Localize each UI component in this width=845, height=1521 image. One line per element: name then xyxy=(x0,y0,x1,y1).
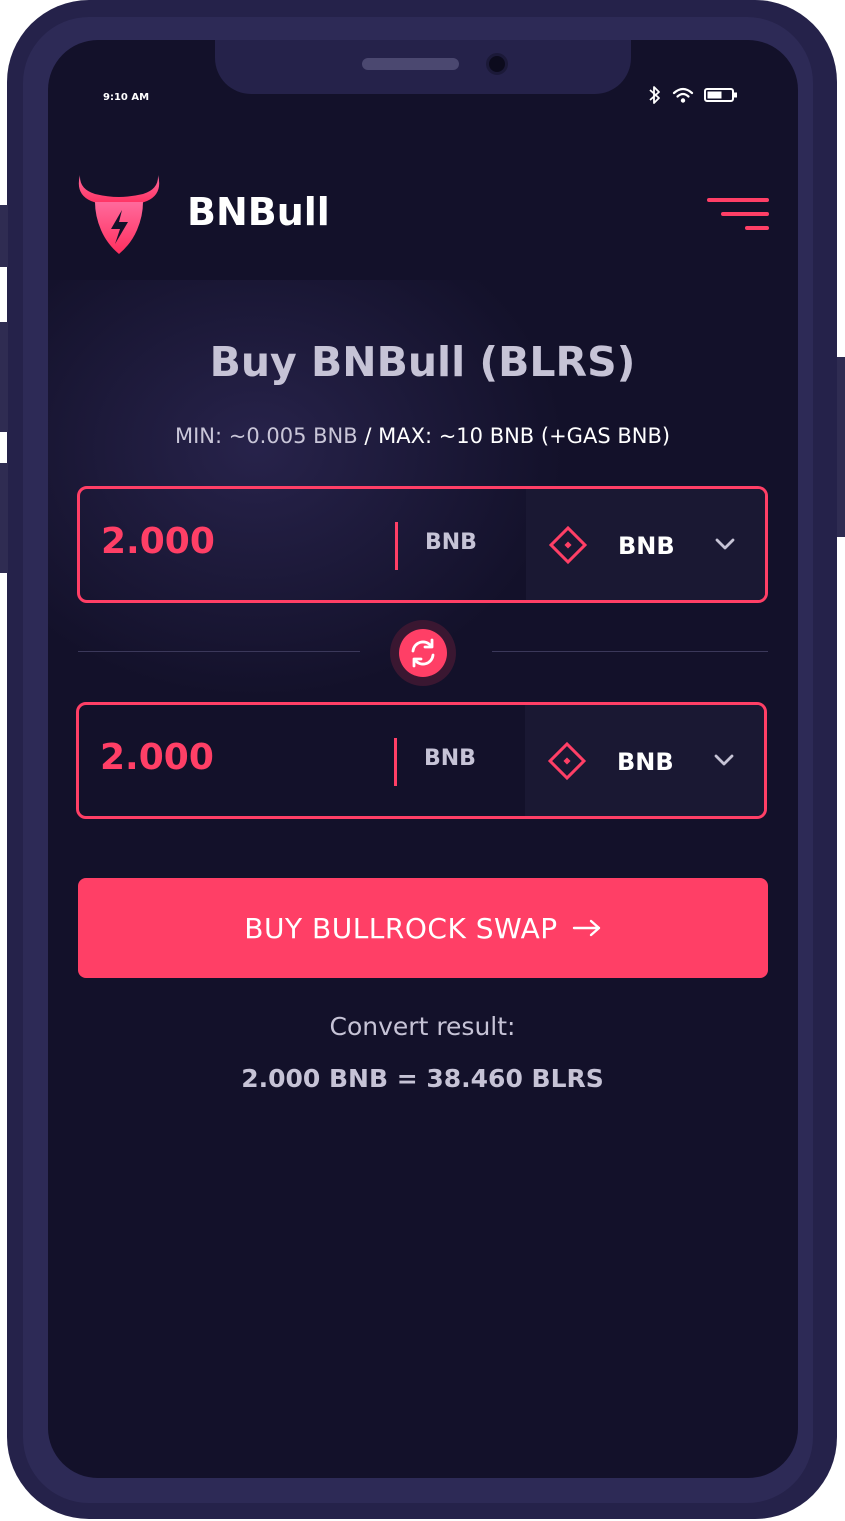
battery-icon xyxy=(704,88,737,102)
to-token-label: BNB xyxy=(617,748,674,776)
to-amount-input[interactable]: 2.000 xyxy=(100,737,214,778)
swap-direction-button[interactable] xyxy=(390,620,456,686)
convert-result-label: Convert result: xyxy=(329,1012,516,1041)
max-limit: MAX: ~10 BNB (+GAS BNB) xyxy=(378,424,671,448)
bluetooth-icon xyxy=(649,86,660,104)
to-token-select[interactable]: BNB xyxy=(525,705,764,816)
from-token-select[interactable]: BNB xyxy=(526,489,765,600)
swap-refresh-icon xyxy=(411,638,435,668)
from-token-label: BNB xyxy=(618,532,675,560)
bull-logo-icon xyxy=(78,175,160,254)
from-divider xyxy=(395,522,398,570)
chevron-down-icon xyxy=(715,538,735,550)
arrow-right-icon xyxy=(572,919,600,937)
buy-button-label: BUY BULLROCK SWAP xyxy=(244,911,558,945)
status-time: 9:10 AM xyxy=(103,92,150,103)
to-amount-box: 2.000 BNB BNB xyxy=(76,702,767,819)
side-button-left-3 xyxy=(0,463,8,573)
page-title: Buy BNBull (BLRS) xyxy=(209,338,636,386)
status-icons xyxy=(648,84,738,106)
separator-right xyxy=(492,651,768,652)
to-divider xyxy=(394,738,397,786)
menu-icon-bar-3 xyxy=(745,226,769,230)
chevron-down-icon xyxy=(714,754,734,766)
brand-name: BNBull xyxy=(187,190,330,234)
convert-result-value: 2.000 BNB = 38.460 BLRS xyxy=(241,1064,604,1093)
buy-swap-button[interactable]: BUY BULLROCK SWAP xyxy=(78,878,768,978)
diamond-token-icon xyxy=(547,741,587,781)
side-button-left-1 xyxy=(0,205,8,267)
from-amount-input[interactable]: 2.000 xyxy=(101,521,215,562)
from-amount-box: 2.000 BNB BNB xyxy=(77,486,768,603)
menu-icon-bar-1 xyxy=(707,198,769,202)
front-camera xyxy=(486,53,508,75)
wifi-icon xyxy=(672,87,694,103)
speaker xyxy=(362,58,459,70)
separator-left xyxy=(78,651,360,652)
purchase-limits: MIN: ~0.005 BNB / MAX: ~10 BNB (+GAS BNB… xyxy=(0,424,845,448)
to-unit: BNB xyxy=(424,746,476,771)
from-unit: BNB xyxy=(425,530,477,555)
limits-separator: / xyxy=(357,424,379,448)
diamond-token-icon xyxy=(548,525,588,565)
swap-button-inner xyxy=(399,629,447,677)
menu-button[interactable] xyxy=(707,198,769,234)
menu-icon-bar-2 xyxy=(721,212,769,216)
min-limit: MIN: ~0.005 BNB xyxy=(174,424,358,448)
